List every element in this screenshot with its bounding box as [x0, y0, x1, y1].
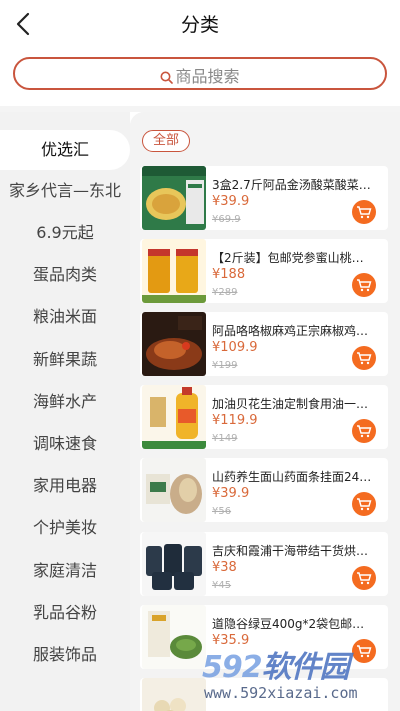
kelp-bags-image	[142, 532, 206, 596]
product-original-price: ¥199	[212, 360, 238, 371]
sidebar-item-appliances[interactable]: 家用电器	[0, 466, 130, 506]
add-to-cart-button[interactable]	[352, 346, 376, 370]
product-name: 道隐谷绿豆400g*2袋包邮纯正绿豆	[212, 617, 372, 631]
sidebar-item-eggs-meat[interactable]: 蛋品肉类	[0, 255, 130, 295]
sidebar-item-beauty[interactable]: 个护美妆	[0, 508, 130, 548]
sidebar-item-cleaning[interactable]: 家庭清洁	[0, 551, 130, 591]
sidebar-item-grain-oil[interactable]: 粮油米面	[0, 297, 130, 337]
product-card[interactable]: 加油贝花生油定制食用油一级压榨 ¥119.9 ¥149	[140, 385, 388, 449]
filter-all-button[interactable]: 全部	[142, 130, 191, 152]
product-original-price: ¥289	[212, 287, 238, 298]
product-original-price: ¥56	[212, 506, 232, 517]
product-original-price: ¥149	[212, 433, 238, 444]
sidebar-item-jiaxiang[interactable]: 家乡代言—东北	[0, 171, 130, 211]
product-card[interactable]: 吉庆和霞浦干海带结干货烘干海带 ¥38 ¥45	[140, 532, 388, 596]
add-to-cart-button[interactable]	[352, 273, 376, 297]
category-sidebar: 优选汇 家乡代言—东北 6.9元起 蛋品肉类 粮油米面 新鲜果蔬 海鲜水产 调味…	[0, 112, 130, 711]
product-name: 【2斤装】包邮党参蜜山桃花蜂蜜	[212, 251, 372, 265]
sidebar-item-seafood[interactable]: 海鲜水产	[0, 382, 130, 422]
sidebar-item-youxuanhui[interactable]: 优选汇	[0, 130, 130, 170]
search-placeholder: 商品搜索	[175, 67, 240, 86]
product-panel: 全部 3盒2.7斤阿品金汤酸菜酸菜鱼调料 ¥39.9 ¥69.9 【2斤装】包邮…	[130, 112, 400, 711]
sidebar-item-6-9[interactable]: 6.9元起	[0, 213, 130, 253]
product-price: ¥109.9	[212, 340, 258, 355]
spicy-chicken-image	[142, 312, 206, 376]
cart-icon	[357, 425, 372, 438]
product-name: 3盒2.7斤阿品金汤酸菜酸菜鱼调料	[212, 178, 372, 192]
sidebar-item-dairy[interactable]: 乳品谷粉	[0, 593, 130, 633]
cart-icon	[357, 572, 372, 585]
product-name: 阿品咯咯椒麻鸡正宗麻椒鸡凉拌菜	[212, 324, 372, 338]
product-name: 吉庆和霞浦干海带结干货烘干海带	[212, 544, 372, 558]
sidebar-item-clothing[interactable]: 服装饰品	[0, 635, 130, 675]
product-price: ¥188	[212, 267, 246, 282]
top-bar: 分类	[0, 0, 400, 48]
noodle-package-image	[142, 458, 206, 522]
peanut-oil-bottle-image	[142, 385, 206, 449]
cart-icon	[357, 498, 372, 511]
add-to-cart-button[interactable]	[352, 419, 376, 443]
product-original-price: ¥45	[212, 580, 232, 591]
add-to-cart-button[interactable]	[352, 492, 376, 516]
add-to-cart-button[interactable]	[352, 200, 376, 224]
product-price: ¥39.9	[212, 486, 250, 501]
sidebar-item-seasoning[interactable]: 调味速食	[0, 424, 130, 464]
search-input[interactable]: 商品搜索	[13, 57, 387, 90]
product-price: ¥39.9	[212, 194, 250, 209]
cart-icon	[357, 279, 372, 292]
fish-soup-package-image	[142, 166, 206, 230]
product-card[interactable]: 【2斤装】包邮党参蜜山桃花蜂蜜 ¥188 ¥289	[140, 239, 388, 303]
product-card[interactable]: 阿品咯咯椒麻鸡正宗麻椒鸡凉拌菜 ¥109.9 ¥199	[140, 312, 388, 376]
watermark-url: www.592xiazai.com	[204, 684, 358, 702]
site-watermark: 592软件园 www.592xiazai.com	[196, 638, 400, 711]
product-name: 山药养生面山药面条挂面240g	[212, 470, 372, 484]
product-card[interactable]: 山药养生面山药面条挂面240g ¥39.9 ¥56	[140, 458, 388, 522]
product-original-price: ¥69.9	[212, 214, 241, 225]
cart-icon	[357, 352, 372, 365]
honey-jar-image	[142, 239, 206, 303]
watermark-brand: 592软件园	[202, 650, 350, 685]
search-icon	[160, 71, 174, 84]
page-title: 分类	[180, 14, 219, 36]
product-price: ¥38	[212, 560, 237, 575]
cart-icon	[357, 206, 372, 219]
add-to-cart-button[interactable]	[352, 566, 376, 590]
sidebar-item-fruit-veg[interactable]: 新鲜果蔬	[0, 340, 130, 380]
product-card[interactable]: 3盒2.7斤阿品金汤酸菜酸菜鱼调料 ¥39.9 ¥69.9	[140, 166, 388, 230]
product-name: 加油贝花生油定制食用油一级压榨	[212, 397, 372, 411]
product-price: ¥119.9	[212, 413, 258, 428]
